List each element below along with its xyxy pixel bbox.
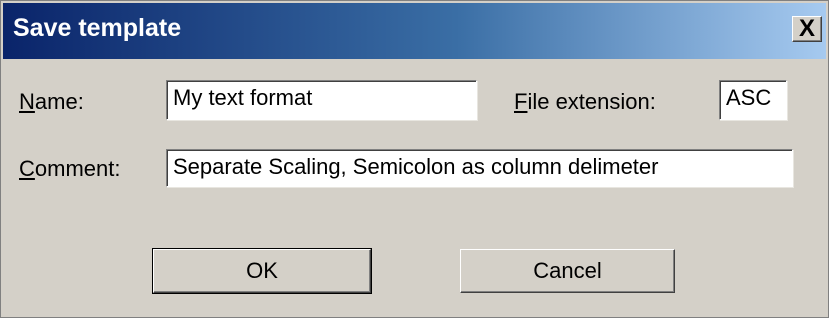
comment-label-accelerator: C — [19, 156, 35, 181]
close-icon: X — [798, 15, 815, 42]
file-extension-label-text: ile extension: — [527, 89, 656, 114]
comment-label-text: omment: — [34, 156, 121, 181]
ok-button[interactable]: OK — [152, 248, 372, 294]
title-bar[interactable]: Save template X — [3, 3, 826, 59]
save-template-dialog: Save template X Name: My text format Fil… — [0, 0, 829, 318]
file-extension-label-accelerator: F — [514, 89, 528, 114]
close-button[interactable]: X — [792, 16, 822, 42]
comment-label: Comment: — [19, 156, 120, 182]
cancel-button[interactable]: Cancel — [460, 249, 675, 293]
name-label-text: ame: — [34, 89, 84, 114]
dialog-title: Save template — [13, 14, 182, 42]
name-label-accelerator: N — [19, 89, 35, 114]
name-label: Name: — [19, 89, 84, 115]
file-extension-input[interactable]: ASC — [719, 80, 787, 120]
file-extension-label: File extension: — [514, 89, 656, 115]
comment-input[interactable]: Separate Scaling, Semicolon as column de… — [166, 149, 793, 187]
name-input[interactable]: My text format — [166, 80, 477, 120]
